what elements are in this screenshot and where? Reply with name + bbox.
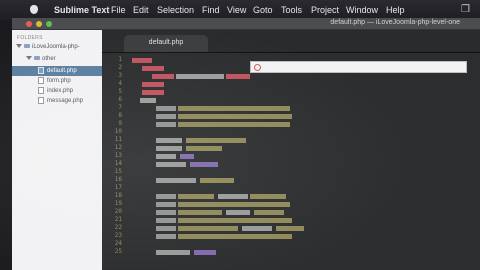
file-label: form.php: [47, 78, 71, 84]
code-editor[interactable]: 1 2 3 4 5 6 7 8 9 10 11 12 13 14 15 16 1…: [102, 53, 480, 270]
menu-project[interactable]: Project: [311, 5, 339, 15]
line-number: 21: [114, 216, 122, 223]
file-label: index.php: [47, 88, 74, 94]
line-number: 4: [118, 80, 122, 87]
code-lines: [132, 58, 304, 255]
menu-app-name[interactable]: Sublime Text: [54, 5, 109, 15]
file-label: message.php: [47, 98, 84, 104]
line-number: 20: [114, 208, 122, 215]
code-line-19: [156, 202, 290, 207]
code-line-21: [156, 218, 292, 223]
menu-edit[interactable]: Edit: [133, 5, 149, 15]
tab-bar: default.php: [102, 30, 480, 53]
sidebar-folder-other[interactable]: other: [12, 54, 116, 64]
line-number: 2: [118, 64, 122, 71]
menu-bar: Sublime Text File Edit Selection Find Vi…: [0, 0, 480, 20]
code-line-6: [140, 98, 156, 103]
code-line-4: [142, 82, 164, 87]
apple-icon[interactable]: [30, 5, 38, 14]
code-line-18: [156, 194, 286, 199]
line-number: 15: [114, 168, 122, 175]
folder-icon: [24, 44, 30, 49]
line-number-gutter: 1 2 3 4 5 6 7 8 9 10 11 12 13 14 15 16 1…: [102, 53, 126, 270]
line-number: 3: [118, 72, 122, 79]
line-number: 24: [114, 240, 122, 247]
line-number: 17: [114, 184, 122, 191]
code-line-1: [132, 58, 152, 63]
sidebar-folder-root[interactable]: iLoveJoomla-php-: [12, 42, 106, 52]
autocomplete-input-popup[interactable]: [250, 61, 467, 73]
line-number: 5: [118, 88, 122, 95]
tab-default-php[interactable]: default.php: [124, 35, 208, 52]
file-icon: [38, 66, 44, 74]
line-number: 19: [114, 200, 122, 207]
line-number: 1: [118, 56, 122, 63]
code-line-12: [156, 146, 222, 151]
line-number: 23: [114, 232, 122, 239]
line-number: 11: [114, 136, 122, 143]
menu-find[interactable]: Find: [202, 5, 220, 15]
line-number: 10: [114, 128, 122, 135]
line-number: 22: [114, 224, 122, 231]
code-line-25: [156, 250, 216, 255]
line-number: 25: [114, 248, 122, 255]
code-line-8: [156, 114, 292, 119]
folder-root-label: iLoveJoomla-php-: [32, 44, 80, 50]
code-line-3: [152, 74, 250, 79]
code-line-7: [156, 106, 290, 111]
status-menu-icon[interactable]: ❐: [461, 4, 470, 15]
line-number: 12: [114, 144, 122, 151]
code-line-14: [156, 162, 218, 167]
line-number: 16: [114, 176, 122, 183]
file-icon: [38, 96, 44, 104]
folder-other-label: other: [42, 56, 56, 62]
menu-view[interactable]: View: [227, 5, 246, 15]
file-label: default.php: [47, 68, 77, 74]
suggestion-icon: [254, 64, 261, 71]
code-area[interactable]: [126, 53, 480, 270]
file-icon: [38, 86, 44, 94]
menu-tools[interactable]: Tools: [281, 5, 302, 15]
close-window-button[interactable]: [26, 21, 32, 27]
line-number: 8: [118, 112, 122, 119]
minimize-window-button[interactable]: [36, 21, 42, 27]
code-line-22: [156, 226, 304, 231]
folder-icon: [34, 56, 40, 61]
line-number: 7: [118, 104, 122, 111]
menu-goto[interactable]: Goto: [253, 5, 273, 15]
disclosure-triangle-icon[interactable]: [16, 44, 22, 49]
menu-window[interactable]: Window: [346, 5, 378, 15]
line-number: 13: [114, 152, 122, 159]
menu-file[interactable]: File: [111, 5, 126, 15]
window-title: default.php — iLoveJoomla-php-level-one: [330, 19, 460, 26]
disclosure-triangle-icon[interactable]: [26, 56, 32, 61]
line-number: 6: [118, 96, 122, 103]
menu-selection[interactable]: Selection: [157, 5, 194, 15]
code-line-16: [156, 178, 234, 183]
sidebar: FOLDERS iLoveJoomla-php- other default.p…: [12, 30, 103, 270]
code-line-23: [156, 234, 292, 239]
zoom-window-button[interactable]: [46, 21, 52, 27]
window-titlebar: default.php — iLoveJoomla-php-level-one: [12, 18, 480, 30]
code-line-9: [156, 122, 290, 127]
code-line-11: [156, 138, 246, 143]
line-number: 14: [114, 160, 122, 167]
code-line-20: [156, 210, 284, 215]
sidebar-file-default[interactable]: default.php: [12, 66, 102, 76]
code-line-5: [142, 90, 164, 95]
line-number: 9: [118, 120, 122, 127]
code-line-2: [142, 66, 164, 71]
window-controls: [26, 21, 56, 29]
code-line-13: [156, 154, 194, 159]
menu-help[interactable]: Help: [386, 5, 405, 15]
line-number: 18: [114, 192, 122, 199]
sidebar-header: FOLDERS: [17, 35, 43, 41]
file-icon: [38, 76, 44, 84]
